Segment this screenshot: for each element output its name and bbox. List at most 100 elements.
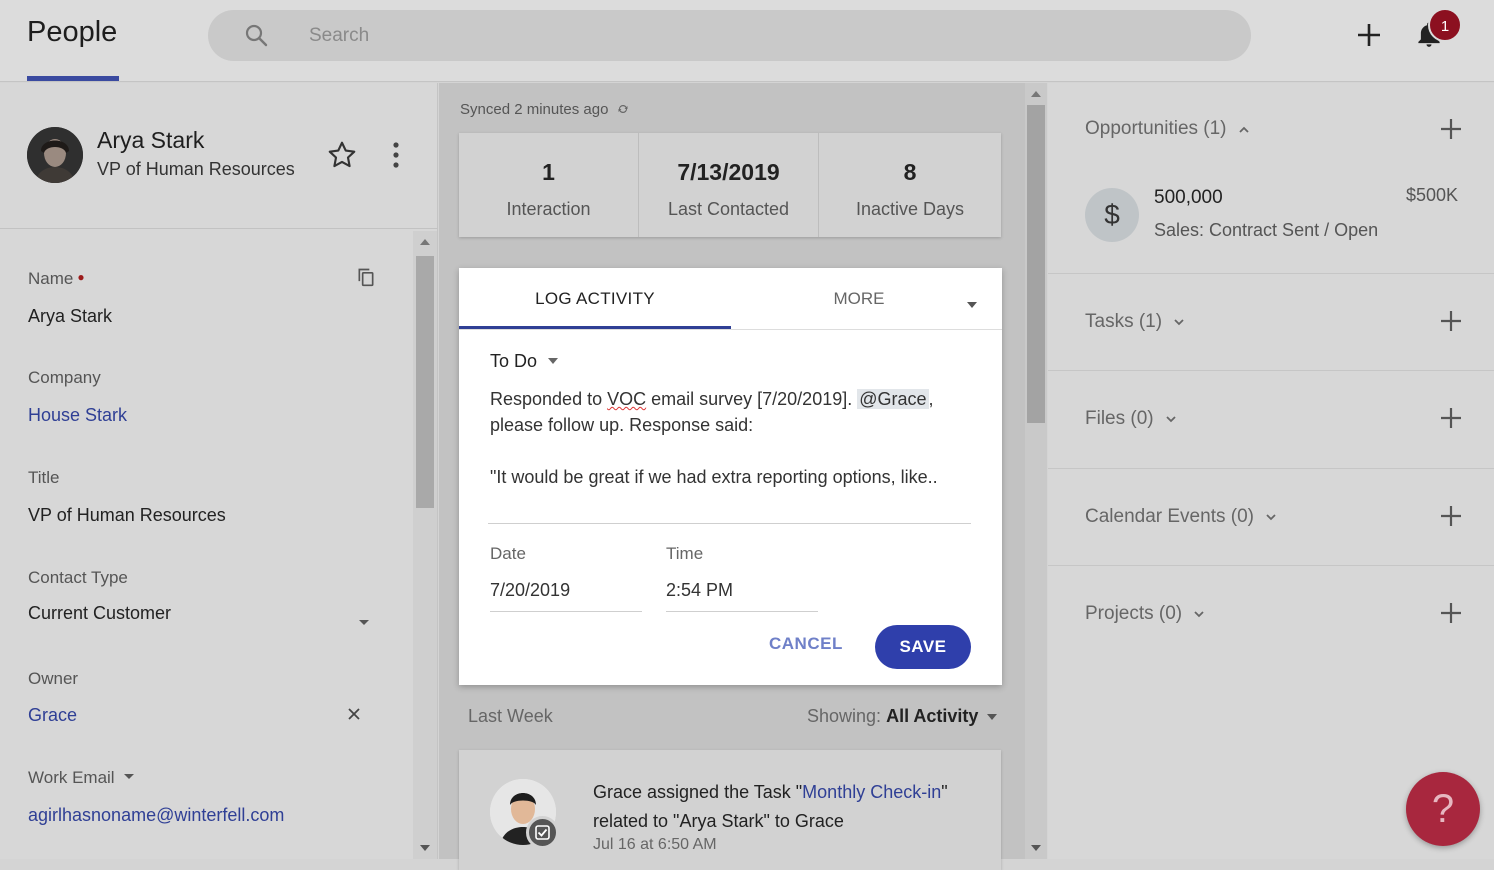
stat-inactive-days: 8 Inactive Days <box>820 133 1000 237</box>
search-bar[interactable]: Search <box>208 10 1251 61</box>
avatar <box>27 127 83 183</box>
add-task-icon[interactable] <box>1440 310 1462 337</box>
scroll-down-icon[interactable] <box>420 845 430 851</box>
owner-link[interactable]: Grace <box>28 705 77 726</box>
add-calendar-event-icon[interactable] <box>1440 505 1462 532</box>
tasks-header[interactable]: Tasks (1) <box>1085 311 1185 333</box>
projects-header[interactable]: Projects (0) <box>1085 603 1205 625</box>
add-file-icon[interactable] <box>1440 407 1462 434</box>
save-button[interactable]: SAVE <box>875 625 971 669</box>
chevron-down-icon <box>1194 611 1205 618</box>
chevron-down-icon <box>1166 416 1176 423</box>
stat-value: 7/13/2019 <box>677 159 780 185</box>
dollar-icon: $ <box>1085 188 1139 242</box>
mention-tag[interactable]: @Grace <box>857 389 929 409</box>
contact-panel: Arya Stark VP of Human Resources Name ● A… <box>0 83 438 859</box>
scroll-thumb[interactable] <box>1027 105 1045 423</box>
files-header[interactable]: Files (0) <box>1085 408 1177 430</box>
active-tab-indicator <box>459 326 731 329</box>
stat-label: Last Contacted <box>667 199 790 219</box>
activity-type-select[interactable]: To Do <box>490 351 559 372</box>
help-button[interactable]: ? <box>1406 772 1480 846</box>
chevron-up-icon <box>1239 126 1249 133</box>
left-scrollbar[interactable] <box>413 231 437 859</box>
top-bar: People Search 1 <box>0 0 1494 82</box>
activity-message[interactable]: Responded to VOC email survey [7/20/2019… <box>490 386 980 490</box>
time-label: Time <box>666 544 704 563</box>
activity-filter[interactable]: Showing: All Activity <box>807 706 998 727</box>
contact-fields: Name ● Arya Stark Company House Stark Tit… <box>0 230 412 859</box>
stats-card: 1 Interaction 7/13/2019 Last Contacted 8… <box>459 133 1001 237</box>
date-field[interactable]: 7/20/2019 <box>490 580 642 612</box>
company-link[interactable]: House Stark <box>28 405 127 426</box>
stat-value: 1 <box>542 159 555 185</box>
middle-scrollbar[interactable] <box>1025 83 1047 859</box>
calendar-events-section: Calendar Events (0) <box>1048 469 1494 566</box>
date-label: Date <box>490 544 526 563</box>
contact-type-select[interactable]: Current Customer <box>28 603 171 624</box>
task-check-icon <box>526 816 559 849</box>
required-marker: ● <box>77 270 85 284</box>
contact-name: Arya Stark <box>97 127 205 153</box>
projects-section: Projects (0) <box>1048 566 1494 663</box>
tasks-section: Tasks (1) <box>1048 274 1494 371</box>
time-field[interactable]: 2:54 PM <box>666 580 818 612</box>
chevron-down-icon <box>1266 514 1276 521</box>
more-dropdown-icon[interactable] <box>967 295 977 313</box>
chevron-down-icon <box>124 774 135 779</box>
notification-badge[interactable]: 1 <box>1428 8 1462 42</box>
clear-icon[interactable] <box>347 707 361 726</box>
misspelled-word: VOC <box>607 389 647 409</box>
copy-icon[interactable] <box>356 267 376 292</box>
more-options-icon[interactable] <box>390 141 402 174</box>
contact-role: VP of Human Resources <box>97 159 295 179</box>
stat-label: Inactive Days <box>855 199 965 219</box>
contact-header: Arya Stark VP of Human Resources <box>0 83 438 229</box>
company-label: Company <box>28 368 101 387</box>
feed-period: Last Week <box>468 706 553 726</box>
tab-log-activity[interactable]: LOG ACTIVITY <box>459 268 731 330</box>
star-icon[interactable] <box>326 139 358 176</box>
stat-interactions: 1 Interaction <box>459 133 639 237</box>
chevron-down-icon[interactable] <box>358 614 370 632</box>
search-icon <box>244 23 268 53</box>
scroll-thumb[interactable] <box>416 256 434 508</box>
name-label: Name ● <box>28 269 85 288</box>
scroll-down-icon[interactable] <box>1031 845 1041 851</box>
search-input[interactable]: Search <box>309 25 369 47</box>
calendar-events-header[interactable]: Calendar Events (0) <box>1085 506 1277 528</box>
opportunity-name[interactable]: 500,000 <box>1154 187 1223 209</box>
related-panel: Opportunities (1) $ 500,000 Sales: Contr… <box>1048 83 1494 859</box>
scroll-up-icon[interactable] <box>1031 91 1041 97</box>
work-email-label[interactable]: Work Email <box>28 768 135 788</box>
chevron-down-icon <box>987 714 998 720</box>
cancel-button[interactable]: CANCEL <box>769 634 843 654</box>
tab-more[interactable]: MORE <box>799 268 919 330</box>
log-activity-card: LOG ACTIVITY MORE To Do Responded to VOC… <box>459 268 1002 685</box>
title-field[interactable]: VP of Human Resources <box>28 505 226 526</box>
opportunity-amount: $500K <box>1406 185 1459 205</box>
activity-date: Jul 16 at 6:50 AM <box>593 836 717 853</box>
work-email-link[interactable]: agirlhasnoname@winterfell.com <box>28 805 284 826</box>
activity-item[interactable]: Grace assigned the Task "Monthly Check-i… <box>459 750 1001 870</box>
chevron-down-icon <box>1174 319 1184 326</box>
stat-label: Interaction <box>506 199 591 219</box>
add-project-icon[interactable] <box>1440 602 1462 629</box>
page-title: People <box>27 16 118 48</box>
owner-label: Owner <box>28 669 79 688</box>
add-icon[interactable] <box>1356 22 1382 53</box>
opportunities-header[interactable]: Opportunities (1) <box>1085 118 1250 140</box>
activity-description: Grace assigned the Task "Monthly Check-i… <box>593 782 948 831</box>
add-opportunity-icon[interactable] <box>1440 118 1462 145</box>
opportunities-section: Opportunities (1) $ 500,000 Sales: Contr… <box>1048 83 1494 274</box>
files-section: Files (0) <box>1048 371 1494 469</box>
scroll-up-icon[interactable] <box>420 239 430 245</box>
title-label: Title <box>28 468 60 487</box>
refresh-icon[interactable] <box>617 103 629 115</box>
name-field[interactable]: Arya Stark <box>28 306 112 327</box>
stat-last-contacted: 7/13/2019 Last Contacted <box>639 133 819 237</box>
task-link[interactable]: Monthly Check-in <box>802 782 941 802</box>
message-divider <box>488 523 971 524</box>
title-underline <box>27 76 119 81</box>
sync-status: Synced 2 minutes ago <box>460 101 629 118</box>
